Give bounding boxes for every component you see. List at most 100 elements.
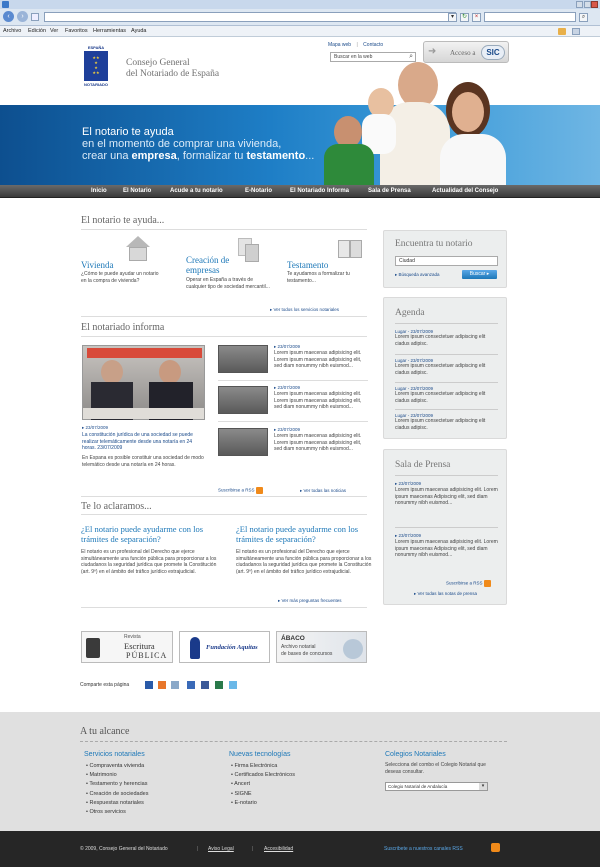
nav-el-notario[interactable]: El Notario — [123, 188, 151, 194]
forward-button[interactable]: › — [17, 11, 28, 22]
news-thumb-1[interactable] — [218, 345, 268, 373]
address-dropdown-icon[interactable]: ▾ — [448, 13, 457, 22]
rss-link[interactable]: Suscribirse a RSS — [218, 487, 263, 494]
menu-edicion[interactable]: Edición — [28, 28, 46, 34]
agenda-item[interactable]: Lugar - 23/07/2009 Lorem ipsum consectet… — [395, 329, 498, 347]
news-text-1[interactable]: Lorem ipsum maecenas adipisicing elit. L… — [274, 350, 368, 370]
agenda-item[interactable]: Lugar - 23/07/2009 Lorem ipsum consectet… — [395, 413, 498, 431]
search-notary-button[interactable]: Buscar ▸ — [462, 270, 497, 279]
footer-link[interactable]: • Otros servicios — [86, 808, 148, 817]
fundacion-banner[interactable]: Fundación Aquitas — [179, 631, 270, 663]
card-empresas-title[interactable]: Creación de empresas — [186, 255, 256, 275]
card-vivienda-title[interactable]: Vivienda — [81, 260, 113, 270]
maximize-icon[interactable] — [584, 1, 591, 8]
news-main-date: ▸ 23/07/2009 — [82, 425, 109, 430]
nav-notariado-informa[interactable]: El Notariado Informa — [290, 188, 349, 194]
nav-e-notario[interactable]: E-Notario — [245, 188, 272, 194]
search-icon[interactable]: ⌕ — [409, 53, 413, 61]
rss-channels-link[interactable]: Suscribete a nuestros canales RSS — [384, 846, 463, 852]
arrow-icon: ➜ — [428, 46, 437, 57]
hero-text: El notario te ayuda en el momento de com… — [82, 126, 314, 162]
nav-inicio[interactable]: Inicio — [91, 188, 107, 194]
menu-favoritos[interactable]: Favoritos — [65, 28, 88, 34]
agenda-title: Agenda — [395, 308, 425, 318]
search-go-icon[interactable]: ⌕ — [579, 13, 588, 22]
nav-actualidad[interactable]: Actualidad del Consejo — [432, 188, 498, 194]
tuenti-icon[interactable] — [215, 681, 223, 689]
press-item[interactable]: ▸ 23/07/2009 Lorem ipsum maecenas adipis… — [395, 533, 498, 559]
photo-table — [83, 408, 204, 419]
agenda-box: Agenda Lugar - 23/07/2009 Lorem ipsum co… — [383, 297, 507, 439]
refresh-icon[interactable]: ↻ — [460, 13, 469, 22]
footer-link[interactable]: • SIGNE — [231, 790, 295, 799]
abaco-banner[interactable]: ÁBACO Archivo notarial de bases de concu… — [276, 631, 367, 663]
site-search-box[interactable]: Buscar en la web ⌕ — [330, 52, 416, 62]
minimize-icon[interactable] — [576, 1, 583, 8]
rss-icon[interactable] — [491, 843, 500, 852]
all-press-link[interactable]: ▸ Ver todas las notas de prensa — [414, 591, 477, 597]
abaco-sub1: Archivo notarial — [281, 644, 316, 650]
agenda-item[interactable]: Lugar - 23/07/2009 Lorem ipsum consectet… — [395, 386, 498, 404]
link-contacto[interactable]: Contacto — [363, 42, 383, 48]
link-mapa-web[interactable]: Mapa web — [328, 42, 351, 48]
browser-search-input[interactable] — [484, 12, 576, 22]
sic-access-button[interactable]: ➜ Acceso a SIC — [423, 41, 509, 63]
footer-link[interactable]: • Matrimonio — [86, 771, 148, 780]
site-search-input[interactable]: Buscar en la web — [334, 54, 372, 60]
press-rss-link[interactable]: Suscribirse a RSS — [446, 580, 491, 587]
footer-link[interactable]: • Ancert — [231, 780, 295, 789]
footer-link[interactable]: • Firma Electrónica — [231, 762, 295, 771]
site-logo[interactable]: ESPAÑA ★★ ★ ★ ★★ NOTARIADO — [82, 45, 110, 89]
menu-archivo[interactable]: Archivo — [3, 28, 21, 34]
news-text-2[interactable]: Lorem ipsum maecenas adipisicing elit. L… — [274, 391, 368, 411]
colegio-select[interactable]: Colegio Notarial de Andalucía ▾ — [385, 782, 488, 791]
digg-icon[interactable] — [171, 681, 179, 689]
delicious-icon[interactable] — [145, 681, 153, 689]
footer-link[interactable]: • Testamento y herencias — [86, 780, 148, 789]
menu-ayuda[interactable]: Ayuda — [131, 28, 147, 34]
news-main-headline[interactable]: La constitución jurídica de una sociedad… — [82, 432, 206, 452]
revista-banner[interactable]: Revista Escritura PÚBLICA — [81, 631, 173, 663]
footer-link[interactable]: • Compraventa vivienda — [86, 762, 148, 771]
window-controls[interactable] — [576, 1, 598, 8]
tools-icon[interactable] — [572, 28, 580, 35]
meneame-icon[interactable] — [187, 681, 195, 689]
press-item[interactable]: ▸ 23/07/2009 Lorem ipsum maecenas adipis… — [395, 481, 498, 507]
favorites-star-icon[interactable] — [558, 28, 566, 35]
menu-herramientas[interactable]: Herramientas — [93, 28, 126, 34]
close-icon[interactable] — [591, 1, 598, 8]
footer-link[interactable]: • E-notario — [231, 799, 295, 808]
nav-acude[interactable]: Acude a tu notario — [170, 188, 223, 194]
news-thumb-3[interactable] — [218, 428, 268, 456]
twitter-icon[interactable] — [229, 681, 237, 689]
card-testamento-title[interactable]: Testamento — [287, 260, 328, 270]
chevron-down-icon[interactable]: ▾ — [479, 783, 487, 790]
advanced-search-link[interactable]: ▸ Búsqueda avanzada — [395, 272, 440, 278]
news-main-photo[interactable] — [82, 345, 205, 420]
news-text-3[interactable]: Lorem ipsum maecenas adipisicing elit. L… — [274, 433, 368, 453]
facebook-icon[interactable] — [201, 681, 209, 689]
all-news-link[interactable]: ▸ Ver todas las noticias — [300, 488, 346, 494]
footer-link[interactable]: • Certificados Electrónicos — [231, 771, 295, 780]
site-title-line1: Consejo General — [126, 58, 190, 68]
aviso-legal-link[interactable]: Aviso Legal — [208, 846, 234, 852]
more-faq-link[interactable]: ▸ Ver más preguntas frecuentes — [278, 598, 342, 604]
faq-2-question[interactable]: ¿El notario puede ayudarme con los trámi… — [236, 524, 376, 544]
agenda-item[interactable]: Lugar - 23/07/2009 Lorem ipsum consectet… — [395, 358, 498, 376]
blogger-icon[interactable] — [158, 681, 166, 689]
city-input[interactable]: Ciudad — [395, 256, 498, 266]
menu-ver[interactable]: Ver — [50, 28, 58, 34]
footer-link[interactable]: • Respuestas notariales — [86, 799, 148, 808]
footer-link[interactable]: • Creación de sociedades — [86, 790, 148, 799]
address-bar[interactable] — [44, 12, 456, 22]
faq-1-answer: El notario es un profesional del Derecho… — [81, 549, 217, 575]
nav-sala-prensa[interactable]: Sala de Prensa — [368, 188, 411, 194]
back-button[interactable]: ‹ — [3, 11, 14, 22]
accesibilidad-link[interactable]: Accesibilidad — [264, 846, 293, 852]
more-services-link[interactable]: ▸ Ver todos los servicios notariales — [270, 307, 339, 313]
stop-icon[interactable]: × — [472, 13, 481, 22]
news-thumb-2[interactable] — [218, 386, 268, 414]
revista-big1: Escritura — [124, 641, 155, 651]
faq-1-question[interactable]: ¿El notario puede ayudarme con los trámi… — [81, 524, 221, 544]
recent-pages-icon[interactable] — [31, 13, 39, 21]
